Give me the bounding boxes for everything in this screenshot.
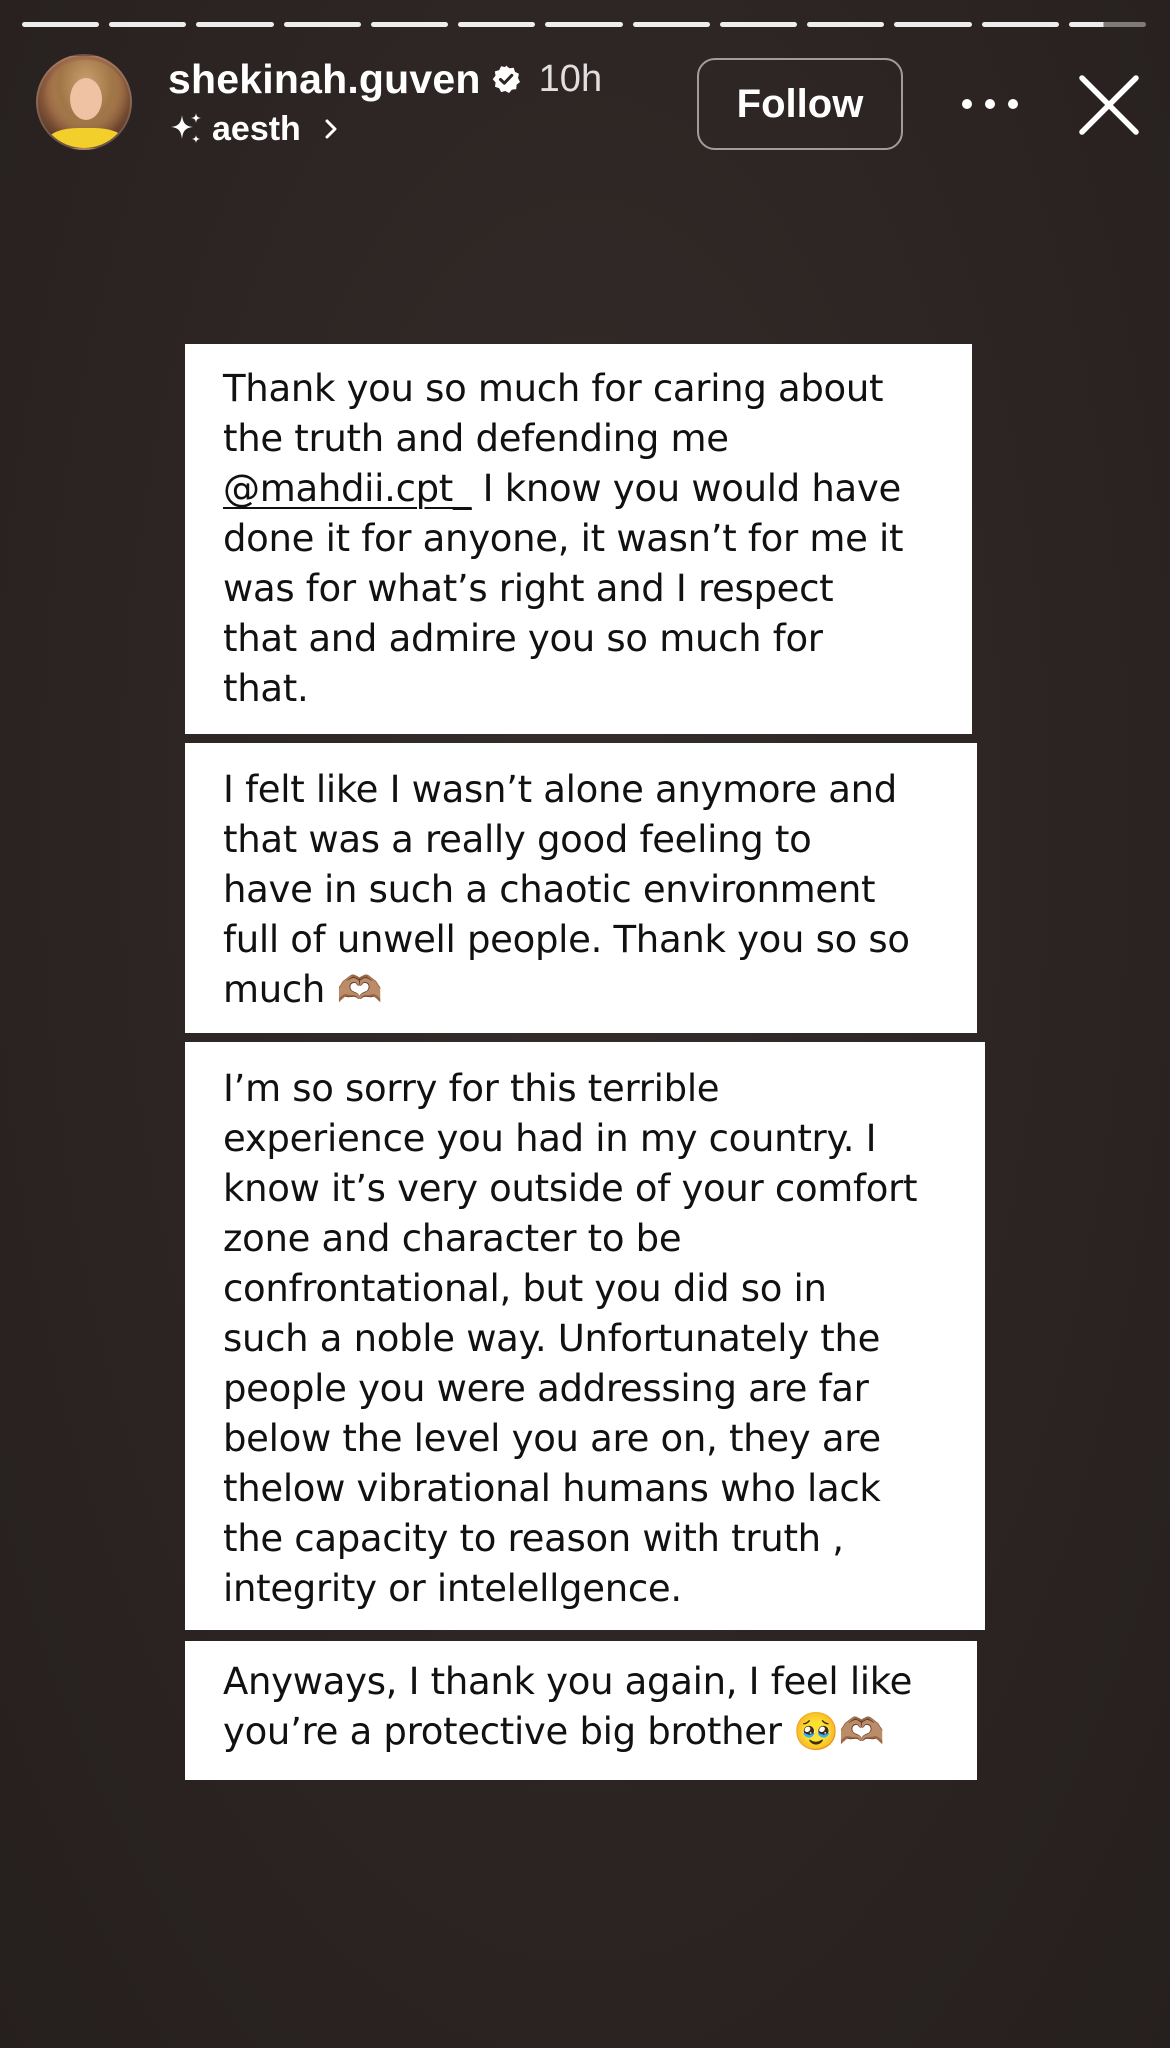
story-author[interactable]: shekinah.guven 10h bbox=[168, 55, 602, 103]
card-text: Anyways, I thank you again, I feel like … bbox=[223, 1660, 913, 1753]
follow-button[interactable]: Follow bbox=[697, 58, 903, 150]
progress-segment bbox=[109, 22, 187, 27]
progress-segment bbox=[719, 22, 798, 27]
sparkle-icon bbox=[171, 113, 201, 143]
avatar-face bbox=[70, 78, 102, 120]
progress-segment bbox=[283, 22, 361, 27]
progress-segment bbox=[196, 22, 274, 27]
more-dot bbox=[1008, 99, 1018, 109]
story-text-card: Thank you so much for caring about the t… bbox=[185, 344, 972, 734]
timestamp: 10h bbox=[538, 57, 603, 100]
music-label: aesth bbox=[212, 109, 301, 148]
chevron-right-icon bbox=[325, 119, 337, 139]
progress-segment bbox=[632, 22, 710, 27]
story-text-card: I’m so sorry for this terrible experienc… bbox=[185, 1042, 985, 1630]
progress-segment bbox=[370, 22, 449, 27]
card-text: I’m so sorry for this terrible experienc… bbox=[223, 1067, 918, 1610]
avatar-dress bbox=[48, 128, 124, 148]
story-text-card: Anyways, I thank you again, I feel like … bbox=[185, 1641, 977, 1780]
music-attribution[interactable]: aesth bbox=[168, 108, 341, 150]
mention-link[interactable]: @mahdii.cpt_ bbox=[223, 467, 472, 510]
progress-segment bbox=[458, 22, 536, 27]
progress-segment bbox=[807, 22, 885, 27]
story-text-card: I felt like I wasn’t alone anymore and t… bbox=[185, 743, 977, 1033]
more-dot bbox=[962, 99, 972, 109]
progress-segment bbox=[981, 22, 1059, 27]
card-text: Thank you so much for caring about the t… bbox=[223, 367, 884, 460]
more-options-button[interactable] bbox=[962, 84, 1018, 124]
progress-segment bbox=[22, 22, 100, 27]
card-text: I felt like I wasn’t alone anymore and t… bbox=[223, 768, 910, 1011]
story-viewer[interactable]: shekinah.guven 10h aesth Follow Thank yo… bbox=[0, 0, 1170, 2048]
verified-badge-icon bbox=[492, 65, 520, 93]
progress-segment bbox=[545, 22, 623, 27]
more-dot bbox=[985, 99, 995, 109]
username[interactable]: shekinah.guven bbox=[168, 56, 481, 103]
story-progress-bar bbox=[22, 22, 1147, 28]
progress-segment bbox=[1068, 22, 1147, 27]
avatar[interactable] bbox=[36, 54, 132, 150]
progress-segment bbox=[894, 22, 972, 27]
close-icon[interactable] bbox=[1076, 72, 1142, 138]
